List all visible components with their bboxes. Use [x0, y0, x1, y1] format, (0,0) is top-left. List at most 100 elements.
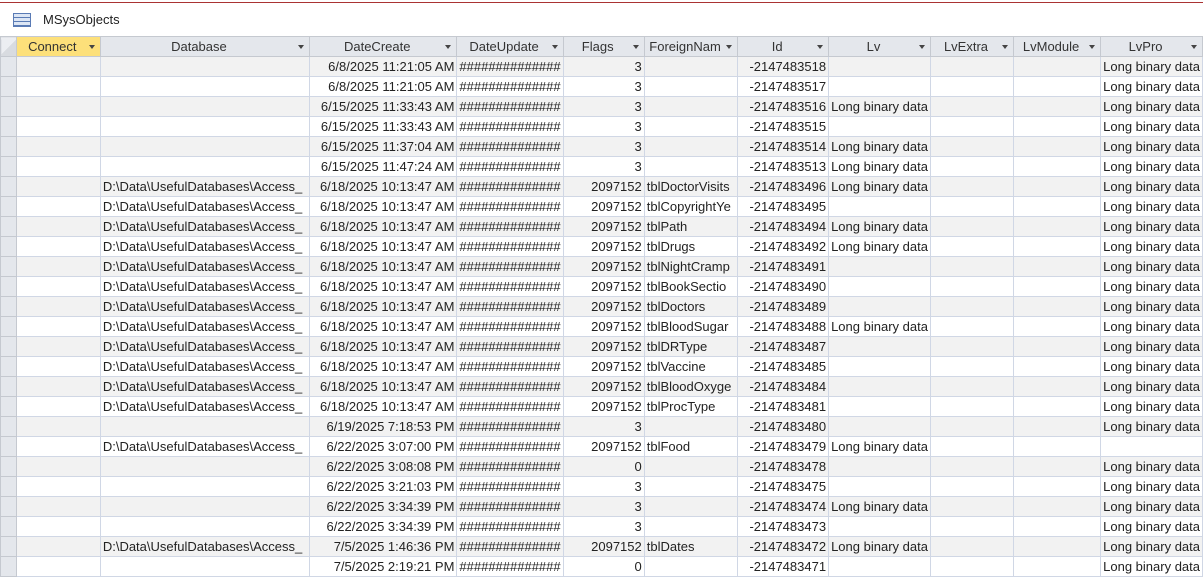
table-row[interactable]: D:\Data\UsefulDatabases\Access_ 7/5/2025 … — [0, 536, 1203, 557]
cell-flags[interactable]: 3 — [562, 516, 645, 537]
cell-datecreate[interactable]: 6/18/2025 10:13:47 AM — [309, 216, 458, 237]
cell-datecreate[interactable]: 6/15/2025 11:33:43 AM — [309, 116, 458, 137]
cell-lvmodule[interactable] — [1013, 236, 1102, 257]
row-selector[interactable] — [0, 376, 17, 397]
cell-lvpro[interactable]: Long binary data — [1100, 116, 1203, 137]
cell-datecreate[interactable]: 6/8/2025 11:21:05 AM — [309, 76, 458, 97]
cell-connect[interactable] — [15, 216, 101, 237]
cell-database[interactable] — [99, 416, 311, 437]
cell-connect[interactable] — [15, 456, 101, 477]
row-selector[interactable] — [0, 236, 17, 257]
cell-foreignnam[interactable] — [643, 136, 739, 157]
cell-lvmodule[interactable] — [1013, 336, 1102, 357]
cell-database[interactable] — [99, 476, 311, 497]
table-row[interactable]: 6/15/2025 11:33:43 AM ############## 3 -214… — [0, 116, 1203, 137]
cell-database[interactable] — [99, 116, 311, 137]
cell-lvpro[interactable]: Long binary data — [1100, 456, 1203, 477]
table-row[interactable]: D:\Data\UsefulDatabases\Access_ 6/18/2025… — [0, 216, 1203, 237]
cell-lv[interactable]: Long binary data — [828, 536, 931, 557]
cell-lvpro[interactable]: Long binary data — [1100, 176, 1203, 197]
cell-flags[interactable]: 2097152 — [562, 176, 645, 197]
cell-datecreate[interactable]: 6/18/2025 10:13:47 AM — [309, 336, 458, 357]
cell-id[interactable]: -2147483494 — [737, 216, 830, 237]
table-row[interactable]: D:\Data\UsefulDatabases\Access_ 6/18/2025… — [0, 376, 1203, 397]
cell-lvextra[interactable] — [929, 456, 1015, 477]
cell-lv[interactable] — [828, 296, 931, 317]
row-selector[interactable] — [0, 56, 17, 77]
cell-datecreate[interactable]: 6/18/2025 10:13:47 AM — [309, 176, 458, 197]
cell-dateupdate[interactable]: ############## — [456, 176, 564, 197]
cell-dateupdate[interactable]: ############## — [456, 356, 564, 377]
row-selector[interactable] — [0, 156, 17, 177]
cell-lv[interactable] — [828, 456, 931, 477]
table-row[interactable]: D:\Data\UsefulDatabases\Access_ 6/22/2025… — [0, 436, 1203, 457]
dropdown-arrow-icon[interactable] — [551, 45, 558, 49]
cell-connect[interactable] — [15, 376, 101, 397]
cell-dateupdate[interactable]: ############## — [456, 536, 564, 557]
cell-lvpro[interactable]: Long binary data — [1100, 416, 1203, 437]
cell-id[interactable]: -2147483516 — [737, 96, 830, 117]
cell-dateupdate[interactable]: ############## — [456, 116, 564, 137]
cell-dateupdate[interactable]: ############## — [456, 216, 564, 237]
row-selector[interactable] — [0, 196, 17, 217]
cell-flags[interactable]: 3 — [562, 136, 645, 157]
table-row[interactable]: 6/22/2025 3:34:39 PM ############## 3 -2147… — [0, 516, 1203, 537]
cell-dateupdate[interactable]: ############## — [456, 296, 564, 317]
cell-database[interactable]: D:\Data\UsefulDatabases\Access_ — [99, 216, 311, 237]
cell-foreignnam[interactable] — [643, 416, 739, 437]
cell-id[interactable]: -2147483489 — [737, 296, 830, 317]
table-row[interactable]: 6/15/2025 11:37:04 AM ############## 3 -214… — [0, 136, 1203, 157]
cell-foreignnam[interactable]: tblProcType — [643, 396, 739, 417]
cell-connect[interactable] — [15, 556, 101, 577]
row-selector[interactable] — [0, 176, 17, 197]
cell-lvpro[interactable]: Long binary data — [1100, 96, 1203, 117]
cell-lvpro[interactable] — [1100, 436, 1203, 457]
cell-id[interactable]: -2147483475 — [737, 476, 830, 497]
table-row[interactable]: D:\Data\UsefulDatabases\Access_ 6/18/2025… — [0, 176, 1203, 197]
cell-lvextra[interactable] — [929, 416, 1015, 437]
table-row[interactable]: D:\Data\UsefulDatabases\Access_ 6/18/2025… — [0, 396, 1203, 417]
cell-connect[interactable] — [15, 256, 101, 277]
cell-lvpro[interactable]: Long binary data — [1100, 556, 1203, 577]
dropdown-arrow-icon[interactable] — [817, 45, 824, 49]
cell-datecreate[interactable]: 6/18/2025 10:13:47 AM — [309, 236, 458, 257]
cell-connect[interactable] — [15, 96, 101, 117]
cell-foreignnam[interactable] — [643, 116, 739, 137]
cell-lvextra[interactable] — [929, 236, 1015, 257]
cell-flags[interactable]: 2097152 — [562, 276, 645, 297]
cell-lv[interactable]: Long binary data — [828, 156, 931, 177]
table-row[interactable]: 6/8/2025 11:21:05 AM ############## 3 -2147… — [0, 76, 1203, 97]
cell-foreignnam[interactable]: tblVaccine — [643, 356, 739, 377]
cell-id[interactable]: -2147483472 — [737, 536, 830, 557]
cell-flags[interactable]: 3 — [562, 476, 645, 497]
cell-foreignnam[interactable] — [643, 496, 739, 517]
cell-flags[interactable]: 2097152 — [562, 256, 645, 277]
cell-lv[interactable] — [828, 116, 931, 137]
cell-connect[interactable] — [15, 156, 101, 177]
cell-connect[interactable] — [15, 296, 101, 317]
cell-lvextra[interactable] — [929, 556, 1015, 577]
table-row[interactable]: D:\Data\UsefulDatabases\Access_ 6/18/2025… — [0, 316, 1203, 337]
cell-lvextra[interactable] — [929, 296, 1015, 317]
cell-database[interactable] — [99, 496, 311, 517]
cell-database[interactable] — [99, 56, 311, 77]
cell-flags[interactable]: 3 — [562, 76, 645, 97]
column-header-datecreate[interactable]: DateCreate — [309, 36, 458, 57]
table-row[interactable]: 6/15/2025 11:47:24 AM ############## 3 -214… — [0, 156, 1203, 177]
dropdown-arrow-icon[interactable] — [1089, 45, 1096, 49]
cell-datecreate[interactable]: 6/18/2025 10:13:47 AM — [309, 296, 458, 317]
cell-dateupdate[interactable]: ############## — [456, 476, 564, 497]
cell-lv[interactable] — [828, 376, 931, 397]
column-header-dateupdate[interactable]: DateUpdate — [456, 36, 564, 57]
cell-dateupdate[interactable]: ############## — [456, 416, 564, 437]
row-selector[interactable] — [0, 76, 17, 97]
cell-database[interactable]: D:\Data\UsefulDatabases\Access_ — [99, 436, 311, 457]
cell-id[interactable]: -2147483481 — [737, 396, 830, 417]
cell-dateupdate[interactable]: ############## — [456, 196, 564, 217]
cell-lvmodule[interactable] — [1013, 516, 1102, 537]
cell-foreignnam[interactable]: tblNightCramp — [643, 256, 739, 277]
table-row[interactable]: D:\Data\UsefulDatabases\Access_ 6/18/2025… — [0, 276, 1203, 297]
cell-database[interactable] — [99, 136, 311, 157]
cell-lvextra[interactable] — [929, 516, 1015, 537]
row-selector[interactable] — [0, 536, 17, 557]
